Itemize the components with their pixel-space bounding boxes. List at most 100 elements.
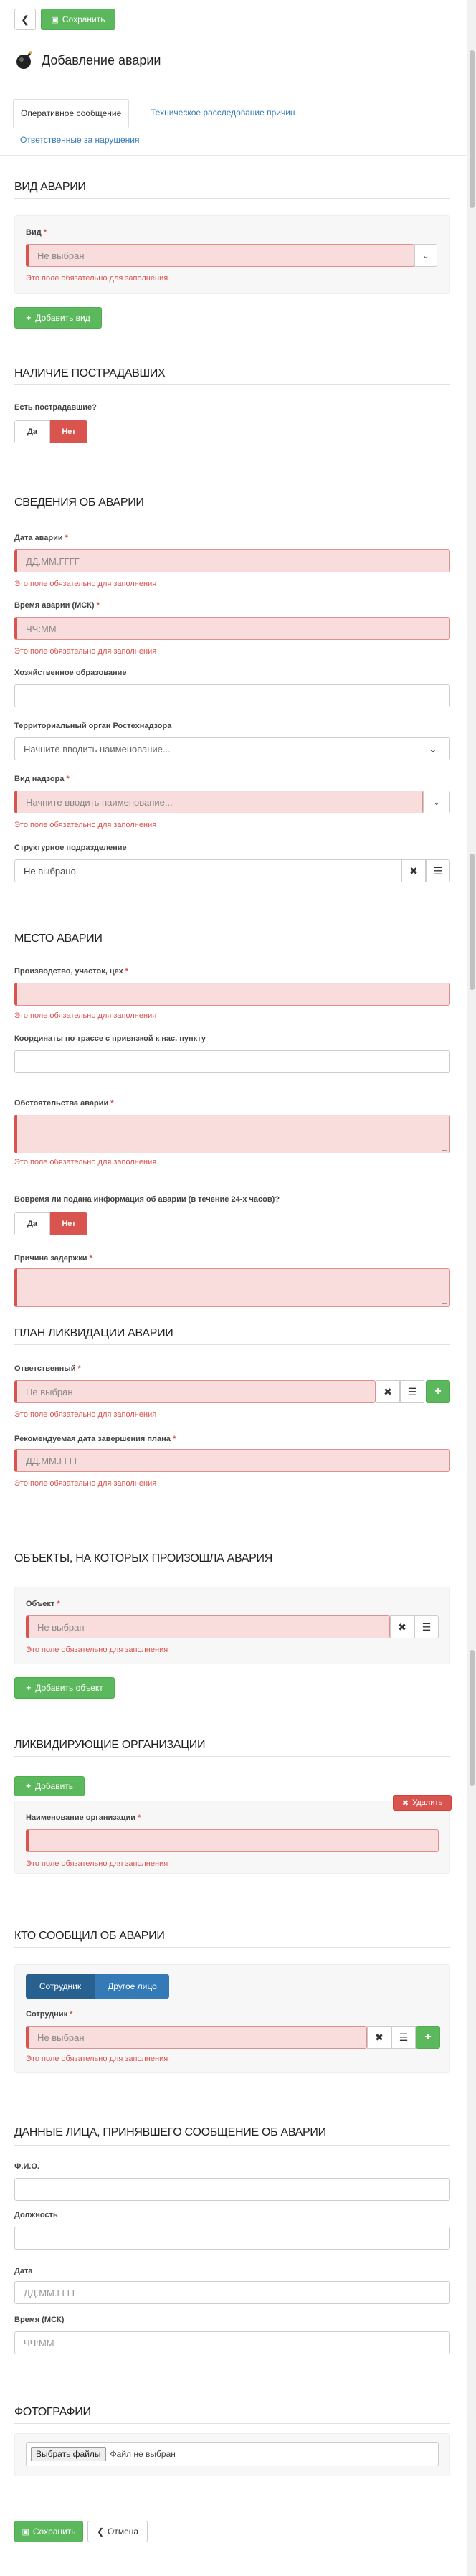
reporter-add-button[interactable]: + <box>416 2026 440 2049</box>
add-object-button[interactable]: + Добавить объект <box>14 1677 115 1699</box>
authority-select[interactable]: Начните вводить наименование... <box>14 737 450 760</box>
floppy-icon: ▣ <box>22 2527 29 2537</box>
time-input[interactable]: ЧЧ:ММ <box>14 617 450 640</box>
section-title-reporter: КТО СООБЩИЛ ОБ АВАРИИ <box>14 1930 165 1942</box>
header-divider <box>0 155 466 156</box>
org-name-input[interactable] <box>26 1829 439 1852</box>
section-title-type: ВИД АВАРИИ <box>14 181 86 193</box>
scrollbar-thumb[interactable] <box>470 1650 475 1786</box>
file-input[interactable]: Выбрать файлы Файл не выбран <box>26 2442 439 2466</box>
responsible-error: Это поле обязательно для заполнения <box>14 1410 157 1419</box>
production-input[interactable] <box>14 983 450 1006</box>
type-select[interactable]: Не выбран <box>26 244 414 267</box>
circumstances-label: Обстоятельства аварии * <box>14 1099 114 1108</box>
footer-save-button[interactable]: ▣ Сохранить <box>14 2521 83 2542</box>
division-select[interactable]: Не выбрано <box>14 859 413 882</box>
entity-input[interactable] <box>14 684 450 707</box>
resize-handle-icon[interactable] <box>442 1145 447 1151</box>
receiver-date-input[interactable]: ДД.ММ.ГГГГ <box>14 2281 450 2304</box>
delete-org-label: Удалить <box>412 1798 443 1807</box>
position-input[interactable] <box>14 2227 450 2250</box>
section-title-objects: ОБЪЕКТЫ, НА КОТОРЫХ ПРОИЗОШЛА АВАРИЯ <box>14 1552 272 1565</box>
reporter-employee-option[interactable]: Сотрудник <box>26 1974 95 1999</box>
section-divider <box>14 2423 450 2424</box>
reporter-employee-select[interactable]: Не выбран <box>26 2026 367 2049</box>
due-input[interactable]: ДД.ММ.ГГГГ <box>14 1449 450 1472</box>
object-select[interactable]: Не выбран <box>26 1615 390 1638</box>
supervision-select[interactable]: Начните вводить наименование... <box>14 791 423 813</box>
responsible-clear-button[interactable]: ✖ <box>376 1380 400 1403</box>
footer-save-label: Сохранить <box>32 2527 76 2537</box>
victims-no[interactable]: Нет <box>50 420 87 443</box>
section-title-receiver: ДАННЫЕ ЛИЦА, ПРИНЯВШЕГО СООБЩЕНИЕ ОБ АВА… <box>14 2126 326 2138</box>
date-input[interactable]: ДД.ММ.ГГГГ <box>14 549 450 572</box>
page-title: Добавление аварии <box>42 52 161 67</box>
add-type-button[interactable]: + Добавить вид <box>14 307 102 329</box>
section-title-photos: ФОТОГРАФИИ <box>14 2406 91 2418</box>
close-icon: ✖ <box>398 1620 406 1633</box>
section-divider <box>14 1344 450 1345</box>
section-divider <box>14 384 450 385</box>
plus-icon: + <box>424 2031 432 2043</box>
close-icon: ✖ <box>384 1385 392 1397</box>
bomb-icon <box>16 51 32 69</box>
type-dropdown-button[interactable]: ⌄ <box>414 244 437 267</box>
receiver-time-label: Время (МСК) <box>14 2316 65 2324</box>
victims-yes[interactable]: Да <box>14 420 50 443</box>
receiver-time-input[interactable]: ЧЧ:ММ <box>14 2331 450 2354</box>
circumstances-textarea[interactable] <box>14 1115 450 1153</box>
org-name-error: Это поле обязательно для заполнения <box>26 1859 168 1868</box>
time-label: Время аварии (МСК) * <box>14 601 100 610</box>
due-label: Рекомендуемая дата завершения плана * <box>14 1435 176 1443</box>
top-toolbar: ❮ ▣ Сохранить <box>0 0 466 40</box>
arrow-left-icon: ❮ <box>21 13 29 25</box>
reporter-clear-button[interactable]: ✖ <box>367 2026 391 2049</box>
responsible-add-button[interactable]: + <box>426 1380 450 1403</box>
type-field-label: Вид * <box>26 228 47 237</box>
chevron-down-icon: ⌄ <box>422 251 429 260</box>
fio-input[interactable] <box>14 2178 450 2201</box>
reporter-other-option[interactable]: Другое лицо <box>95 1974 169 1999</box>
tab-operational[interactable]: Оперативное сообщение <box>13 99 130 128</box>
section-title-orgs: ЛИКВИДИРУЮЩИЕ ОРГАНИЗАЦИИ <box>14 1739 206 1751</box>
division-list-button[interactable]: ☰ <box>426 859 450 882</box>
tab-investigation[interactable]: Техническое расследование причин <box>143 102 303 123</box>
delay-textarea[interactable] <box>14 1268 450 1307</box>
list-icon: ☰ <box>433 864 443 877</box>
close-icon: ✖ <box>401 1798 409 1808</box>
scrollbar-thumb[interactable] <box>470 50 475 208</box>
save-button[interactable]: ▣ Сохранить <box>41 9 115 30</box>
chevron-down-icon: ⌄ <box>429 743 437 755</box>
choose-files-button[interactable]: Выбрать файлы <box>31 2447 106 2461</box>
production-label: Производство, участок, цех * <box>14 967 129 976</box>
section-title-victims: НАЛИЧИЕ ПОСТРАДАВШИХ <box>14 367 166 379</box>
object-clear-button[interactable]: ✖ <box>390 1615 414 1638</box>
plus-icon: + <box>26 1683 32 1693</box>
production-error: Это поле обязательно для заполнения <box>14 1011 157 1020</box>
division-clear-button[interactable]: ✖ <box>401 859 426 882</box>
responsible-label: Ответственный * <box>14 1364 81 1373</box>
scrollbar-thumb[interactable] <box>470 854 475 990</box>
add-object-label: Добавить объект <box>35 1683 103 1693</box>
footer-cancel-button[interactable]: ❮ Отмена <box>87 2521 148 2542</box>
responsible-list-button[interactable]: ☰ <box>400 1380 424 1403</box>
supervision-error: Это поле обязательно для заполнения <box>14 821 157 829</box>
back-button[interactable]: ❮ <box>14 9 36 30</box>
object-list-button[interactable]: ☰ <box>414 1615 439 1638</box>
division-label: Структурное подразделение <box>14 844 127 852</box>
supervision-dropdown-button[interactable]: ⌄ <box>423 791 450 813</box>
add-org-label: Добавить <box>34 1781 74 1791</box>
resize-handle-icon[interactable] <box>442 1298 447 1304</box>
section-divider <box>14 2145 450 2146</box>
add-org-button[interactable]: + Добавить <box>14 1776 85 1796</box>
timely-no[interactable]: Нет <box>50 1212 87 1235</box>
reporter-list-button[interactable]: ☰ <box>391 2026 416 2049</box>
coords-input[interactable] <box>14 1050 450 1073</box>
responsible-select[interactable]: Не выбран <box>14 1380 376 1403</box>
type-error: Это поле обязательно для заполнения <box>26 274 168 283</box>
authority-placeholder: Начните вводить наименование... <box>24 743 171 755</box>
tab-responsible[interactable]: Ответственные за нарушения <box>13 129 146 151</box>
delete-org-button[interactable]: ✖ Удалить <box>393 1795 452 1811</box>
scrollbar[interactable] <box>467 0 476 2576</box>
timely-yes[interactable]: Да <box>14 1212 50 1235</box>
